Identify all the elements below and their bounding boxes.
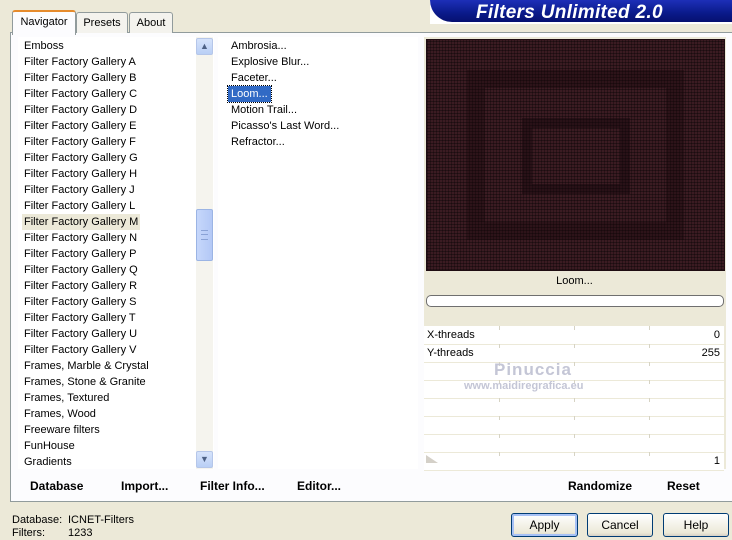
param-value: 255 xyxy=(701,347,720,359)
slider-tick xyxy=(499,416,500,420)
cancel-button[interactable]: Cancel xyxy=(587,513,653,537)
category-item[interactable]: Filter Factory Gallery D xyxy=(22,102,139,118)
category-item[interactable]: Gradients xyxy=(22,454,74,469)
category-item[interactable]: Filter Factory Gallery S xyxy=(22,294,138,310)
apply-button[interactable]: Apply xyxy=(511,513,578,537)
slider-tick xyxy=(499,434,500,438)
slider-tick xyxy=(574,398,575,402)
watermark-name: Pinuccia xyxy=(494,360,572,379)
slider-tick xyxy=(649,326,650,330)
progress-bar xyxy=(426,295,724,307)
editor-button[interactable]: Editor... xyxy=(297,479,341,493)
filter-item[interactable]: Faceter... xyxy=(228,70,280,86)
param-label: X-threads xyxy=(427,329,475,341)
slider-tick xyxy=(649,416,650,420)
category-item[interactable]: Emboss xyxy=(22,38,66,54)
filter-item[interactable]: Motion Trail... xyxy=(228,102,300,118)
category-item[interactable]: Filter Factory Gallery A xyxy=(22,54,138,70)
filter-info-button[interactable]: Filter Info... xyxy=(200,479,265,493)
watermark-url: www.maidiregrafica.eu xyxy=(464,380,584,392)
category-item[interactable]: Freeware filters xyxy=(22,422,102,438)
param-value: 0 xyxy=(713,329,720,341)
category-item[interactable]: Filter Factory Gallery H xyxy=(22,166,139,182)
category-list[interactable]: Emboss Filter Factory Gallery A Filter Fac… xyxy=(18,37,214,469)
filters-count-label: Filters: xyxy=(12,527,45,539)
database-button[interactable]: Database xyxy=(30,479,83,493)
slider-tick xyxy=(649,434,650,438)
filter-item[interactable]: Picasso's Last Word... xyxy=(228,118,342,134)
reset-button[interactable]: Reset xyxy=(667,479,700,493)
slider-tick xyxy=(574,452,575,456)
scroll-thumb[interactable] xyxy=(196,209,213,261)
slider-tick xyxy=(574,344,575,348)
filter-item[interactable]: Loom... xyxy=(227,85,272,103)
tab-navigator[interactable]: Navigator xyxy=(12,10,76,35)
filter-list[interactable]: Ambrosia... Explosive Blur... Faceter... Lo… xyxy=(218,37,418,469)
category-item[interactable]: Filter Factory Gallery B xyxy=(22,70,138,86)
param-slider-row[interactable] xyxy=(424,434,724,453)
category-item[interactable]: Filter Factory Gallery U xyxy=(22,326,139,342)
slider-tick xyxy=(574,326,575,330)
category-item[interactable]: Filter Factory Gallery V xyxy=(22,342,138,358)
category-item[interactable]: Frames, Stone & Granite xyxy=(22,374,148,390)
database-label: Database: xyxy=(12,514,63,526)
app-title: Filters Unlimited 2.0 xyxy=(476,2,663,23)
category-item[interactable]: Filter Factory Gallery C xyxy=(22,86,139,102)
slider-tick xyxy=(499,344,500,348)
category-item[interactable]: Filter Factory Gallery T xyxy=(22,310,138,326)
param-slider-row[interactable] xyxy=(424,398,724,417)
category-scrollbar[interactable]: ▲ ▼ xyxy=(196,37,213,469)
param-slider-row[interactable] xyxy=(424,416,724,435)
slider-tick xyxy=(649,380,650,384)
param-label: Y-threads xyxy=(427,347,474,359)
slider-tick xyxy=(499,326,500,330)
filters-count-value: 1233 xyxy=(68,527,93,539)
preview-image xyxy=(426,39,725,271)
slider-tick xyxy=(499,452,500,456)
randomize-button[interactable]: Randomize xyxy=(568,479,632,493)
category-item[interactable]: Frames, Textured xyxy=(22,390,111,406)
filter-item[interactable]: Ambrosia... xyxy=(228,38,290,54)
category-item[interactable]: Filter Factory Gallery G xyxy=(22,150,140,166)
slider-tick xyxy=(574,416,575,420)
tab-presets[interactable]: Presets xyxy=(76,12,128,33)
resize-grip xyxy=(426,455,438,463)
category-item[interactable]: Filter Factory Gallery M xyxy=(22,214,141,230)
filter-item[interactable]: Explosive Blur... xyxy=(228,54,312,70)
param-slider-row[interactable] xyxy=(424,362,724,381)
slider-tick xyxy=(649,452,650,456)
slider-tick xyxy=(574,434,575,438)
category-item[interactable]: Frames, Marble & Crystal xyxy=(22,358,151,374)
category-item[interactable]: FunHouse xyxy=(22,438,77,454)
category-item[interactable]: Filter Factory Gallery R xyxy=(22,278,139,294)
category-item[interactable]: Filter Factory Gallery F xyxy=(22,134,138,150)
scroll-up-button[interactable]: ▲ xyxy=(196,38,213,55)
tab-about[interactable]: About xyxy=(129,12,173,33)
category-item[interactable]: Frames, Wood xyxy=(22,406,98,422)
param-value: 1 xyxy=(713,455,720,467)
category-item[interactable]: Filter Factory Gallery N xyxy=(22,230,139,246)
param-slider-row[interactable]: Y-threads 255 xyxy=(424,344,724,363)
parameter-panel[interactable]: X-threads 0 Y-threads 255 1 xyxy=(424,326,724,471)
filter-item[interactable]: Refractor... xyxy=(228,134,288,150)
database-value: ICNET-Filters xyxy=(68,514,134,526)
slider-tick xyxy=(649,344,650,348)
category-item[interactable]: Filter Factory Gallery L xyxy=(22,198,137,214)
param-slider-row[interactable]: X-threads 0 xyxy=(424,326,724,345)
slider-tick xyxy=(574,362,575,366)
category-item[interactable]: Filter Factory Gallery J xyxy=(22,182,137,198)
param-slider-row[interactable]: 1 xyxy=(424,452,724,471)
help-button[interactable]: Help xyxy=(663,513,729,537)
slider-tick xyxy=(649,362,650,366)
slider-tick xyxy=(649,398,650,402)
category-item[interactable]: Filter Factory Gallery P xyxy=(22,246,138,262)
category-item[interactable]: Filter Factory Gallery E xyxy=(22,118,138,134)
selected-filter-name: Loom... xyxy=(556,275,593,287)
import-button[interactable]: Import... xyxy=(121,479,168,493)
scroll-down-button[interactable]: ▼ xyxy=(196,451,213,468)
slider-tick xyxy=(499,398,500,402)
category-item[interactable]: Filter Factory Gallery Q xyxy=(22,262,140,278)
